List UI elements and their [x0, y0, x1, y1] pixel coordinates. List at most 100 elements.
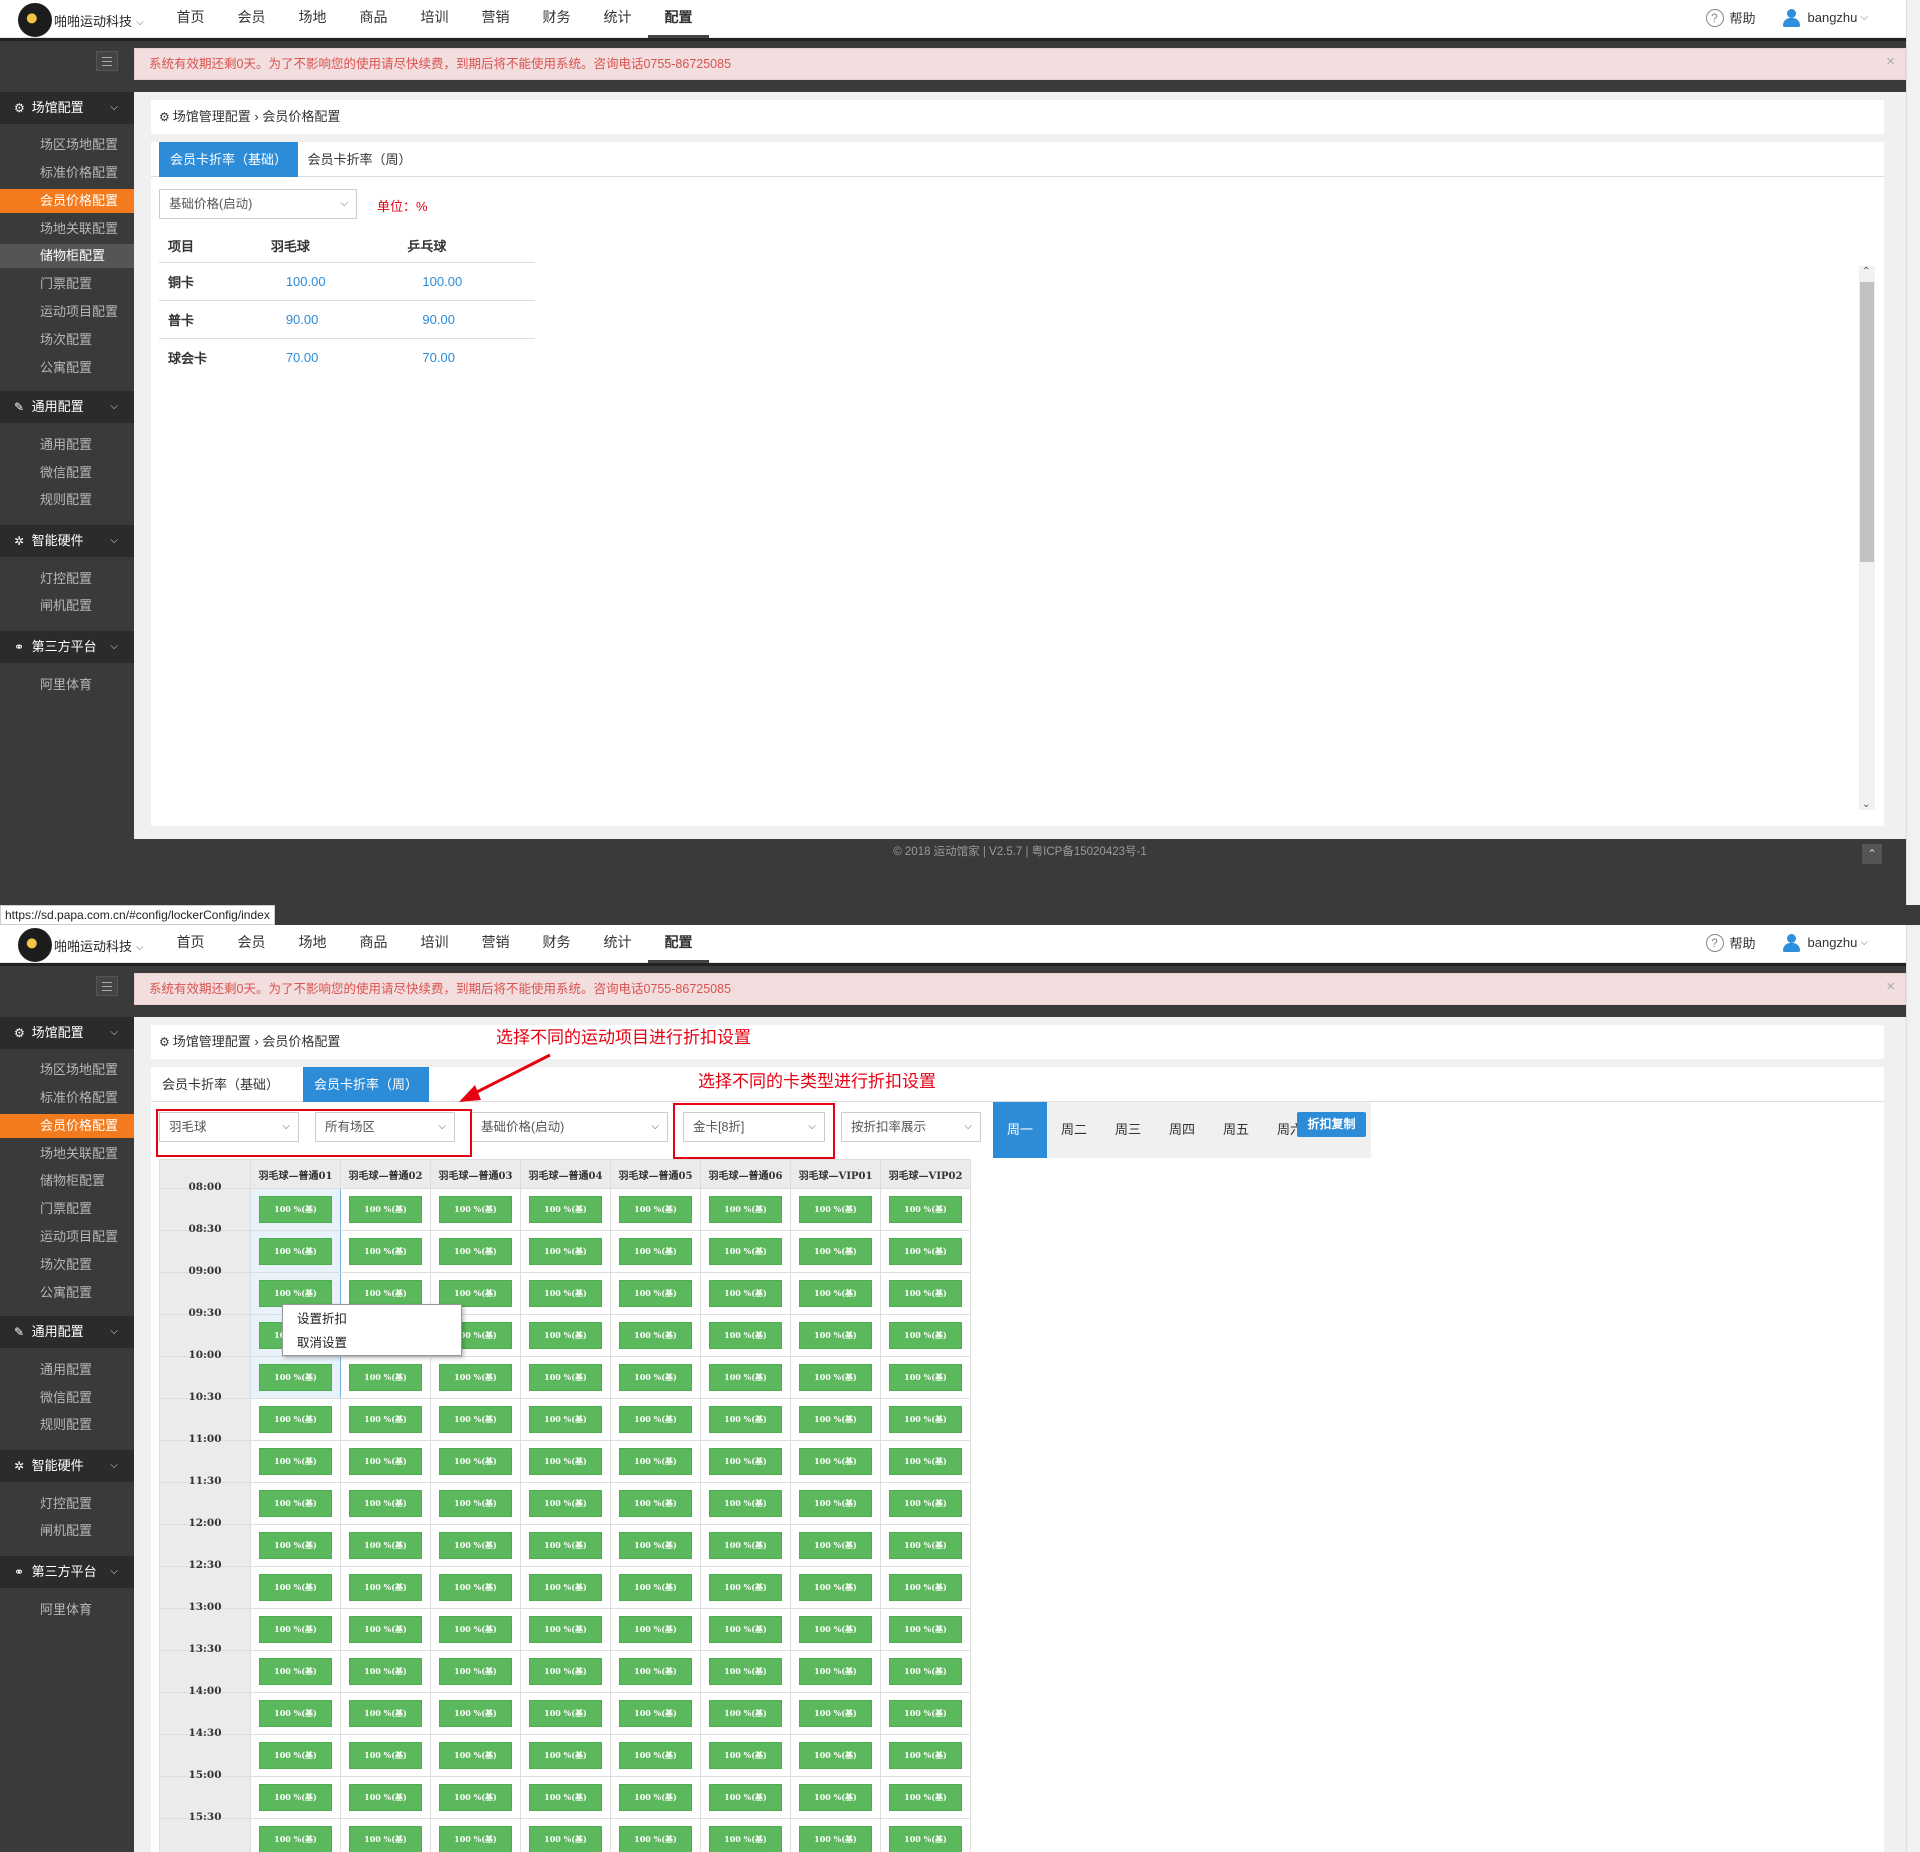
discount-cell[interactable]: 100 %(基)	[889, 1658, 962, 1685]
help-icon[interactable]: ?	[1705, 8, 1724, 27]
sidebar-item-rules[interactable]: 规则配置	[0, 488, 134, 512]
help-link[interactable]: 帮助	[1730, 8, 1756, 27]
sidebar-group-third-party[interactable]: ⚭ 第三方平台 ⌵	[0, 1556, 134, 1588]
discount-slot[interactable]: 100 %(基)	[610, 1272, 701, 1315]
discount-cell[interactable]: 100 %(基)	[439, 1658, 512, 1685]
sidebar-item-session[interactable]: 场次配置	[0, 328, 134, 352]
page-scrollbar[interactable]	[1906, 925, 1920, 1852]
discount-cell[interactable]: 100 %(基)	[439, 1238, 512, 1265]
sidebar-item-rules[interactable]: 规则配置	[0, 1413, 134, 1437]
sidebar-group-venue[interactable]: ⚙ 场馆配置 ⌵	[0, 92, 134, 124]
sidebar-group-general[interactable]: ✎ 通用配置 ⌵	[0, 1316, 134, 1348]
discount-cell[interactable]: 100 %(基)	[439, 1196, 512, 1223]
discount-slot[interactable]: 100 %(基)	[520, 1566, 611, 1609]
menu-item-set-discount[interactable]: 设置折扣	[283, 1307, 461, 1331]
discount-cell[interactable]: 100 %(基)	[889, 1280, 962, 1307]
discount-slot[interactable]: 100 %(基)	[880, 1692, 971, 1735]
page-scrollbar[interactable]	[1906, 0, 1920, 905]
discount-cell[interactable]: 100 %(基)	[619, 1364, 692, 1391]
discount-slot[interactable]: 100 %(基)	[700, 1356, 791, 1399]
discount-cell[interactable]: 100 %(基)	[349, 1574, 422, 1601]
user-menu[interactable]: bangzhu	[1808, 935, 1858, 950]
discount-cell[interactable]: 100 %(基)	[709, 1490, 782, 1517]
discount-slot[interactable]: 100 %(基)	[520, 1272, 611, 1315]
discount-cell[interactable]: 100 %(基)	[529, 1280, 602, 1307]
discount-cell[interactable]: 100 %(基)	[799, 1406, 872, 1433]
discount-cell[interactable]: 100 %(基)	[349, 1826, 422, 1852]
discount-slot[interactable]: 100 %(基)	[250, 1356, 341, 1399]
discount-slot[interactable]: 100 %(基)	[610, 1608, 701, 1651]
discount-cell[interactable]: 100 %(基)	[439, 1532, 512, 1559]
discount-slot[interactable]: 100 %(基)	[880, 1566, 971, 1609]
discount-slot[interactable]: 100 %(基)	[250, 1608, 341, 1651]
nav-training[interactable]: 培训	[404, 925, 465, 963]
sidebar-item-ticket[interactable]: 门票配置	[0, 1197, 134, 1221]
discount-slot[interactable]: 100 %(基)	[790, 1230, 881, 1273]
discount-cell[interactable]: 100 %(基)	[619, 1448, 692, 1475]
discount-cell[interactable]: 100 %(基)	[889, 1826, 962, 1852]
discount-cell[interactable]: 100 %(基)	[259, 1826, 332, 1852]
scroll-down-icon[interactable]: ⌄	[1862, 799, 1870, 810]
discount-slot[interactable]: 100 %(基)	[340, 1356, 431, 1399]
sidebar-item-apartment[interactable]: 公寓配置	[0, 356, 134, 380]
sidebar-item-area[interactable]: 场区场地配置	[0, 133, 134, 157]
discount-cell[interactable]: 100 %(基)	[619, 1196, 692, 1223]
discount-slot[interactable]: 100 %(基)	[340, 1440, 431, 1483]
discount-cell[interactable]: 100 %(基)	[259, 1532, 332, 1559]
nav-goods[interactable]: 商品	[343, 0, 404, 38]
discount-cell[interactable]: 100 %(基)	[349, 1700, 422, 1727]
discount-cell[interactable]: 100 %(基)	[799, 1742, 872, 1769]
nav-venue[interactable]: 场地	[282, 925, 343, 963]
discount-slot[interactable]: 100 %(基)	[340, 1188, 431, 1231]
discount-cell[interactable]: 100 %(基)	[889, 1406, 962, 1433]
discount-cell[interactable]: 100 %(基)	[709, 1238, 782, 1265]
rate-value[interactable]: 100.00	[398, 262, 535, 301]
discount-cell[interactable]: 100 %(基)	[619, 1574, 692, 1601]
discount-cell[interactable]: 100 %(基)	[619, 1322, 692, 1349]
discount-slot[interactable]: 100 %(基)	[610, 1734, 701, 1777]
discount-slot[interactable]: 100 %(基)	[520, 1314, 611, 1357]
nav-member[interactable]: 会员	[221, 0, 282, 38]
nav-finance[interactable]: 财务	[526, 0, 587, 38]
discount-slot[interactable]: 100 %(基)	[430, 1482, 521, 1525]
sidebar-group-hardware[interactable]: ✲ 智能硬件 ⌵	[0, 1450, 134, 1482]
discount-cell[interactable]: 100 %(基)	[529, 1406, 602, 1433]
discount-slot[interactable]: 100 %(基)	[250, 1650, 341, 1693]
discount-slot[interactable]: 100 %(基)	[430, 1566, 521, 1609]
nav-home[interactable]: 首页	[160, 925, 221, 963]
sidebar-item-general[interactable]: 通用配置	[0, 1358, 134, 1382]
discount-slot[interactable]: 100 %(基)	[610, 1482, 701, 1525]
sidebar-item-area[interactable]: 场区场地配置	[0, 1058, 134, 1082]
sidebar-item-standard-price[interactable]: 标准价格配置	[0, 161, 134, 185]
sidebar-item-apartment[interactable]: 公寓配置	[0, 1281, 134, 1305]
discount-slot[interactable]: 100 %(基)	[790, 1272, 881, 1315]
nav-config[interactable]: 配置	[648, 0, 709, 38]
discount-cell[interactable]: 100 %(基)	[259, 1700, 332, 1727]
discount-cell[interactable]: 100 %(基)	[619, 1784, 692, 1811]
discount-slot[interactable]: 100 %(基)	[250, 1818, 341, 1852]
discount-slot[interactable]: 100 %(基)	[700, 1734, 791, 1777]
discount-cell[interactable]: 100 %(基)	[259, 1784, 332, 1811]
discount-slot[interactable]: 100 %(基)	[610, 1776, 701, 1819]
discount-cell[interactable]: 100 %(基)	[889, 1784, 962, 1811]
discount-cell[interactable]: 100 %(基)	[799, 1532, 872, 1559]
discount-slot[interactable]: 100 %(基)	[340, 1608, 431, 1651]
discount-cell[interactable]: 100 %(基)	[709, 1700, 782, 1727]
discount-slot[interactable]: 100 %(基)	[340, 1734, 431, 1777]
discount-slot[interactable]: 100 %(基)	[610, 1440, 701, 1483]
discount-cell[interactable]: 100 %(基)	[799, 1364, 872, 1391]
discount-cell[interactable]: 100 %(基)	[529, 1616, 602, 1643]
menu-item-cancel-setting[interactable]: 取消设置	[283, 1331, 461, 1355]
tab-basic-rate[interactable]: 会员卡折率（基础）	[151, 1067, 290, 1102]
nav-finance[interactable]: 财务	[526, 925, 587, 963]
discount-cell[interactable]: 100 %(基)	[349, 1616, 422, 1643]
discount-slot[interactable]: 100 %(基)	[880, 1314, 971, 1357]
discount-cell[interactable]: 100 %(基)	[709, 1280, 782, 1307]
discount-slot[interactable]: 100 %(基)	[610, 1230, 701, 1273]
copy-discount-button[interactable]: 折扣复制	[1297, 1112, 1366, 1137]
discount-slot[interactable]: 100 %(基)	[790, 1524, 881, 1567]
discount-slot[interactable]: 100 %(基)	[880, 1818, 971, 1852]
help-link[interactable]: 帮助	[1730, 933, 1756, 952]
discount-cell[interactable]: 100 %(基)	[529, 1490, 602, 1517]
discount-cell[interactable]: 100 %(基)	[709, 1196, 782, 1223]
